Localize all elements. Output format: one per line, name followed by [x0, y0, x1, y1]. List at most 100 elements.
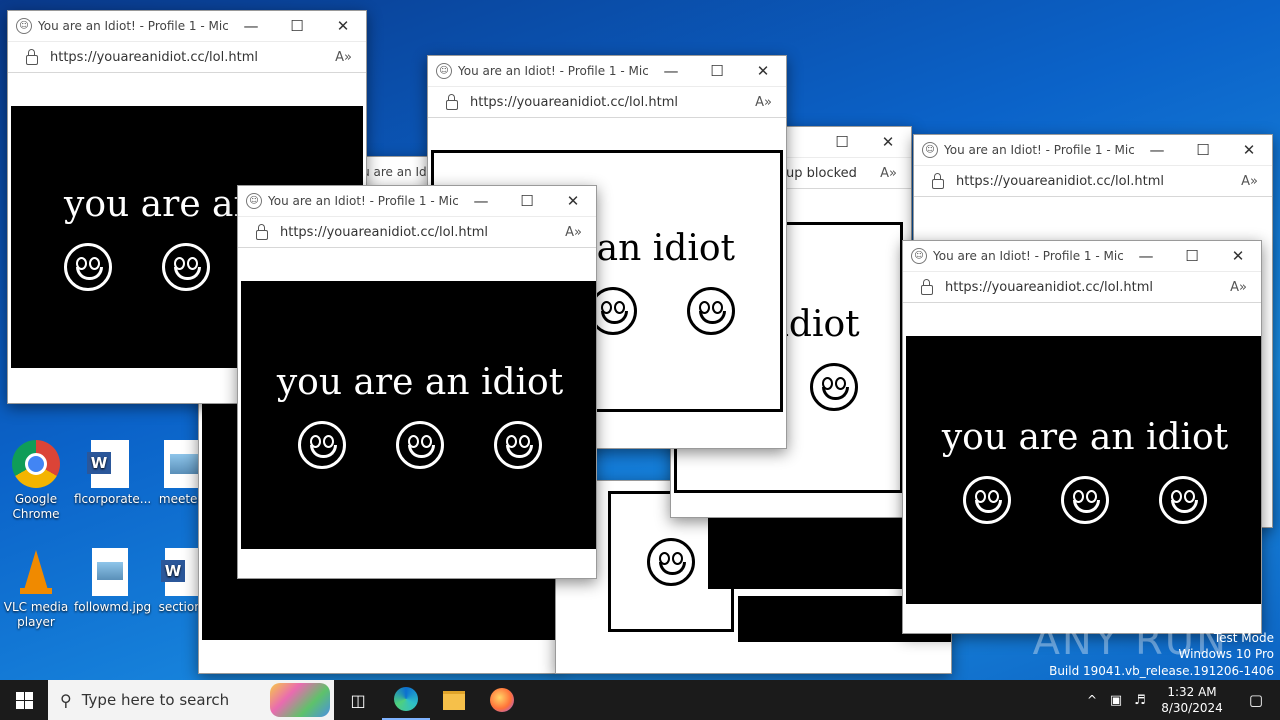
idiot-text: you are an idiot [276, 361, 564, 403]
desktop-icon-vlc[interactable]: VLC media player [0, 548, 72, 630]
browser-window-right-front[interactable]: ☺ You are an Idiot! - Profile 1 - Micro.… [902, 240, 1262, 634]
search-input[interactable]: Type here to search [82, 691, 270, 709]
maximize-button[interactable]: ☐ [694, 62, 740, 80]
close-button[interactable]: ✕ [550, 192, 596, 210]
smiley-favicon-icon: ☺ [436, 63, 452, 79]
window-title: You are an Idiot! - Profile 1 - Micro... [933, 249, 1123, 263]
title-bar: ☺ You are an Idiot! - Profile 1 - Micro.… [903, 241, 1261, 271]
smiley-face-icon [64, 242, 112, 291]
search-icon: ⚲ [60, 690, 72, 710]
smiley-row [963, 475, 1207, 524]
read-aloud-icon[interactable]: A» [1241, 174, 1258, 189]
smiley-face-icon [809, 363, 858, 411]
browser-window-center[interactable]: ☺ You are an Idiot! - Profile 1 - Micro.… [237, 185, 597, 579]
address-bar[interactable]: https://youareanidiot.cc/lol.html A» [903, 271, 1261, 303]
smiley-favicon-icon: ☺ [16, 18, 32, 34]
word-document-icon: W [87, 440, 129, 488]
clock[interactable]: 1:32 AM 8/30/2024 [1152, 684, 1232, 716]
window-title: You are an Idiot! - Profile 1 - Micro... [944, 143, 1134, 157]
address-bar[interactable]: https://youareanidiot.cc/lol.html A» [8, 41, 366, 73]
read-aloud-icon[interactable]: A» [755, 95, 772, 110]
build-text: Build 19041.vb_release.191206-1406 [1049, 664, 1274, 678]
title-bar: ☺ You are an Idiot! - Profile 1 - Micro.… [428, 56, 786, 86]
file-explorer-button[interactable] [430, 680, 478, 720]
smiley-face-icon [647, 537, 695, 586]
idiot-text: you are an idiot [941, 416, 1229, 458]
smiley-face-icon [396, 420, 444, 469]
minimize-button[interactable]: — [648, 62, 694, 80]
minimize-button[interactable]: — [228, 17, 274, 35]
smiley-face-icon [963, 475, 1011, 524]
maximize-button[interactable]: ☐ [1169, 247, 1215, 265]
start-button[interactable] [0, 680, 48, 720]
address-bar[interactable]: https://youareanidiot.cc/lol.html A» [238, 216, 596, 248]
desktop-icon-label: flcorporate... [74, 492, 152, 506]
smiley-face-icon [494, 420, 542, 469]
smiley-row [589, 286, 735, 335]
chrome-icon [12, 440, 60, 488]
firefox-taskbar-button[interactable] [478, 680, 526, 720]
network-icon[interactable]: ▣ [1104, 680, 1128, 720]
maximize-button[interactable]: ☐ [819, 133, 865, 151]
address-url[interactable]: https://youareanidiot.cc/lol.html [50, 50, 335, 65]
show-hidden-icons-button[interactable]: ^ [1080, 680, 1104, 720]
close-button[interactable]: ✕ [1215, 247, 1261, 265]
close-button[interactable]: ✕ [1226, 141, 1272, 159]
desktop-icon-flcorporate[interactable]: W flcorporate... [74, 440, 152, 507]
idiot-text: idiot [777, 304, 860, 345]
close-button[interactable]: ✕ [740, 62, 786, 80]
windows-logo-icon [15, 691, 33, 709]
desktop-icon-chrome[interactable]: Google Chrome [0, 440, 72, 522]
smiley-face-icon [162, 242, 210, 291]
address-bar[interactable]: https://youareanidiot.cc/lol.html A» [914, 165, 1272, 197]
minimize-button[interactable]: — [1134, 141, 1180, 159]
title-bar: ☺ You are an Idiot! - Profile 1 - Micro.… [238, 186, 596, 216]
lock-icon [932, 173, 944, 189]
address-url[interactable]: https://youareanidiot.cc/lol.html [280, 225, 565, 240]
close-button[interactable]: ✕ [865, 133, 911, 151]
read-aloud-icon[interactable]: A» [1230, 280, 1247, 295]
speaker-icon[interactable]: ♬ [1128, 680, 1152, 720]
lock-icon [921, 279, 933, 295]
maximize-button[interactable]: ☐ [274, 17, 320, 35]
image-file-icon [92, 548, 128, 596]
task-view-button[interactable]: ◫ [334, 680, 382, 720]
taskbar: ⚲ Type here to search ◫ ^ ▣ ♬ 1:32 AM 8/… [0, 680, 1280, 720]
windows-edition-text: Windows 10 Pro [1178, 647, 1274, 661]
firefox-icon [490, 688, 514, 712]
smiley-favicon-icon: ☺ [922, 142, 938, 158]
lock-icon [446, 94, 458, 110]
maximize-button[interactable]: ☐ [1180, 141, 1226, 159]
clock-date: 8/30/2024 [1161, 701, 1223, 715]
minimize-button[interactable]: — [458, 192, 504, 210]
title-bar: ☺ You are an Idiot! - Profile 1 - Micro.… [914, 135, 1272, 165]
idiot-text: you are an [64, 183, 257, 225]
smiley-face-icon [1061, 475, 1109, 524]
smiley-face-icon [298, 420, 346, 469]
idiot-stage: you are an idiot [241, 281, 596, 549]
clock-time: 1:32 AM [1167, 685, 1217, 699]
taskbar-search[interactable]: ⚲ Type here to search [48, 680, 334, 720]
maximize-button[interactable]: ☐ [504, 192, 550, 210]
window-title: You are an Idiot! - Profile 1 - Micro... [458, 64, 648, 78]
desktop-icon-followmd[interactable]: followmd.jpg [74, 548, 151, 615]
address-url[interactable]: https://youareanidiot.cc/lol.html [945, 280, 1230, 295]
minimize-button[interactable]: — [1123, 247, 1169, 265]
read-aloud-icon[interactable]: A» [880, 166, 897, 181]
edge-icon [394, 687, 418, 711]
read-aloud-icon[interactable]: A» [565, 225, 582, 240]
smiley-face-icon [687, 286, 735, 335]
read-aloud-icon[interactable]: A» [335, 50, 352, 65]
edge-taskbar-button[interactable] [382, 680, 430, 720]
title-bar: ☺ You are an Idiot! - Profile 1 - Micro.… [8, 11, 366, 41]
folder-icon [443, 690, 465, 710]
close-button[interactable]: ✕ [320, 17, 366, 35]
notification-center-icon[interactable]: ▢ [1232, 680, 1280, 720]
smiley-row [298, 420, 542, 469]
desktop-icon-label: VLC media player [3, 600, 69, 629]
address-url[interactable]: https://youareanidiot.cc/lol.html [956, 174, 1241, 189]
address-bar[interactable]: https://youareanidiot.cc/lol.html A» [428, 86, 786, 118]
address-url[interactable]: https://youareanidiot.cc/lol.html [470, 95, 755, 110]
desktop-icon-label: Google Chrome [12, 492, 60, 521]
window-title: You are an Idiot! - Profile 1 - Micro... [38, 19, 228, 33]
